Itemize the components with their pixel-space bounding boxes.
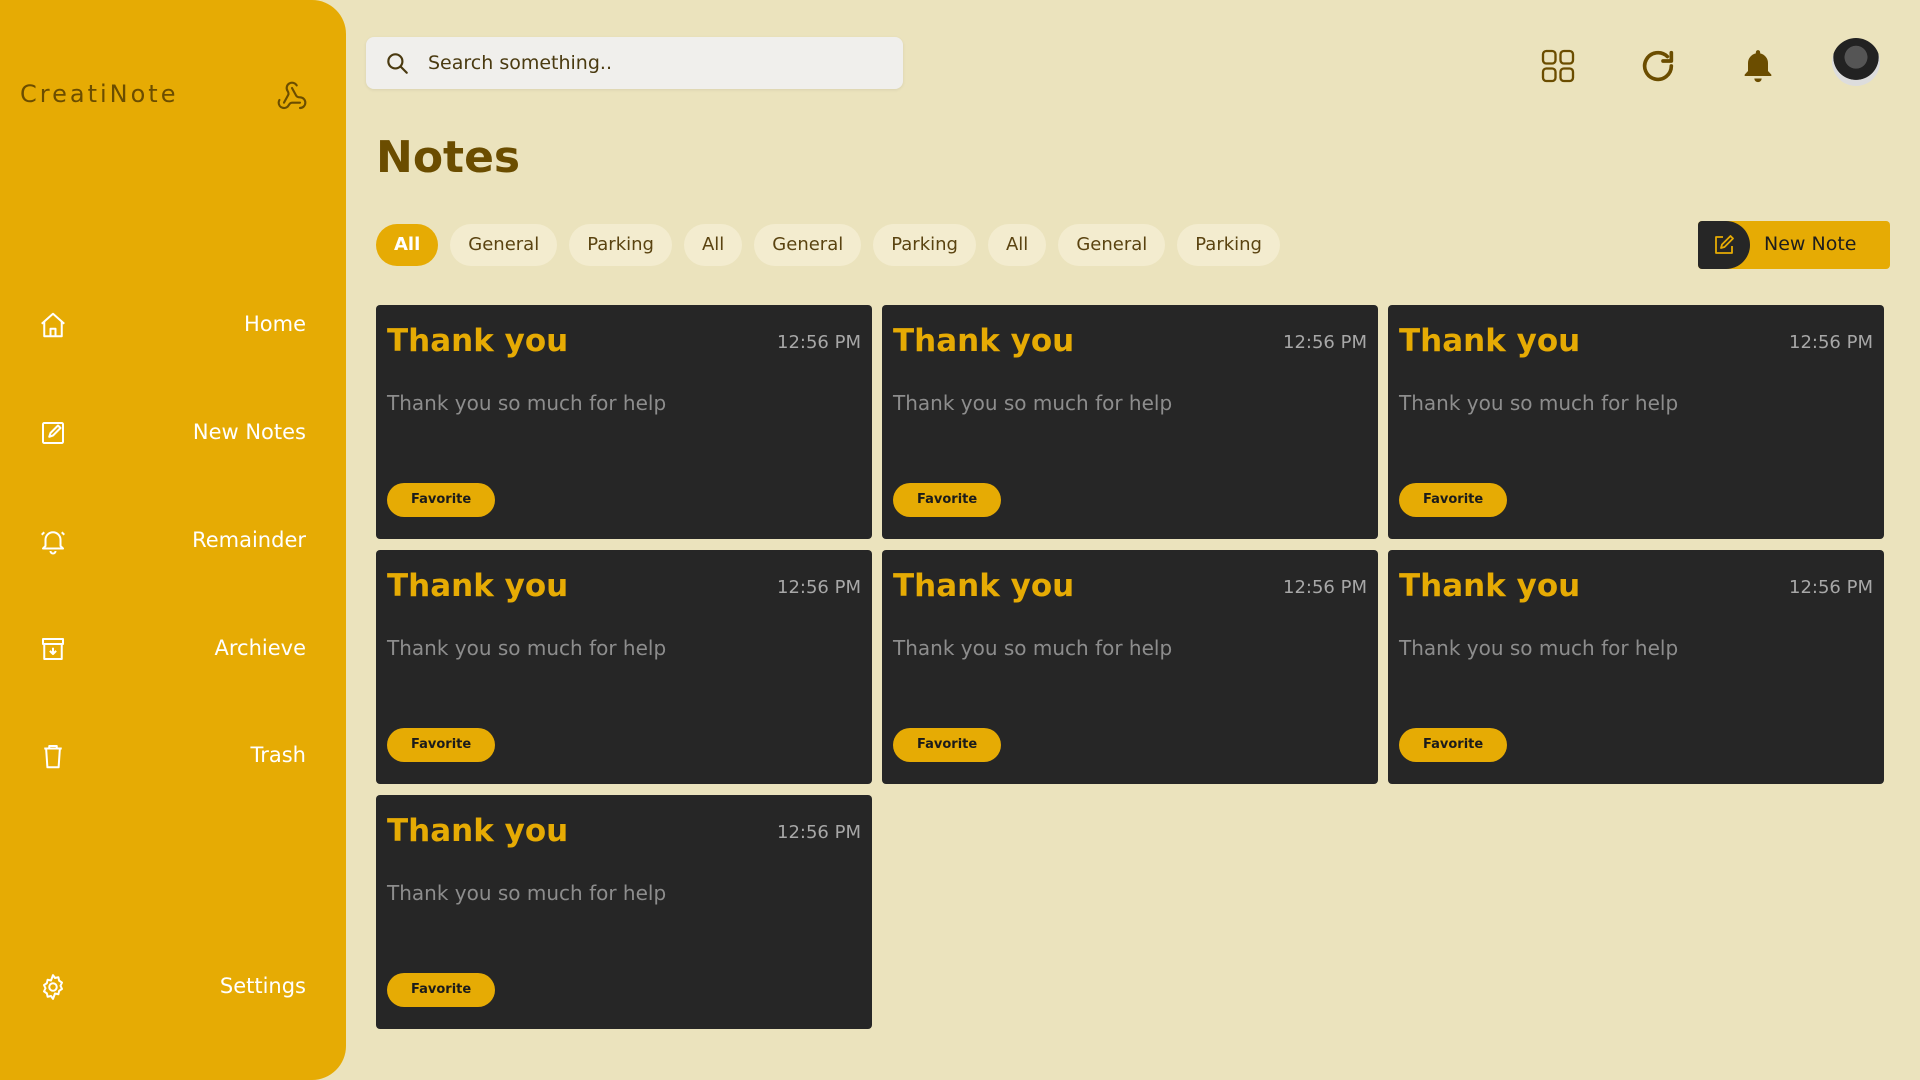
sidebar-item-label: Settings — [219, 974, 306, 998]
sidebar-item-remainder[interactable]: Remainder — [0, 512, 346, 572]
note-body: Thank you so much for help — [1399, 636, 1679, 660]
page-title: Notes — [376, 132, 521, 183]
notes-grid: Thank you 12:56 PM Thank you so much for… — [376, 305, 1884, 1029]
note-time: 12:56 PM — [777, 332, 861, 353]
archive-icon — [42, 638, 64, 660]
new-note-label: New Note — [1764, 233, 1857, 255]
grid-icon[interactable] — [1538, 46, 1578, 86]
new-note-icon-wrap — [1698, 221, 1750, 269]
note-body: Thank you so much for help — [893, 636, 1173, 660]
filter-chip-general[interactable]: General — [1058, 224, 1166, 266]
note-time: 12:56 PM — [777, 577, 861, 598]
filter-chip-all[interactable]: All — [683, 224, 743, 266]
favorite-badge[interactable]: Favorite — [893, 728, 1002, 762]
webhook-icon — [277, 81, 307, 110]
note-title: Thank you — [387, 323, 569, 359]
search-bar — [366, 37, 903, 89]
note-title: Thank you — [893, 323, 1075, 359]
trash-icon — [44, 745, 62, 769]
filter-chip-parking[interactable]: Parking — [873, 224, 976, 266]
filter-chip-parking[interactable]: Parking — [1177, 224, 1280, 266]
note-body: Thank you so much for help — [387, 881, 667, 905]
filter-chip-all[interactable]: All — [376, 224, 439, 266]
note-time: 12:56 PM — [1283, 332, 1367, 353]
filter-chip-general[interactable]: General — [450, 224, 558, 266]
sidebar-item-label: Home — [243, 312, 306, 336]
note-card[interactable]: Thank you 12:56 PM Thank you so much for… — [376, 795, 872, 1029]
bell-icon — [41, 531, 65, 555]
note-body: Thank you so much for help — [387, 636, 667, 660]
gear-icon — [43, 974, 63, 1000]
filter-chip-all[interactable]: All — [987, 224, 1047, 266]
sidebar: CreatiNote Home New Notes Remainder Arch… — [0, 0, 346, 1080]
note-card[interactable]: Thank you 12:56 PM Thank you so much for… — [376, 305, 872, 539]
note-time: 12:56 PM — [1789, 577, 1873, 598]
sidebar-item-label: Remainder — [192, 528, 306, 552]
search-input[interactable] — [428, 47, 878, 79]
favorite-badge[interactable]: Favorite — [893, 483, 1002, 517]
note-body: Thank you so much for help — [1399, 391, 1679, 415]
note-title: Thank you — [387, 813, 569, 849]
edit-icon — [42, 422, 64, 444]
filter-chip-general[interactable]: General — [754, 224, 862, 266]
note-body: Thank you so much for help — [893, 391, 1173, 415]
note-time: 12:56 PM — [777, 822, 861, 843]
sidebar-item-home[interactable]: Home — [0, 296, 346, 356]
note-title: Thank you — [387, 568, 569, 604]
sidebar-item-label: Archieve — [214, 636, 307, 660]
brand-name: CreatiNote — [20, 80, 179, 108]
note-card[interactable]: Thank you 12:56 PM Thank you so much for… — [376, 550, 872, 784]
search-icon — [387, 53, 408, 74]
note-title: Thank you — [1399, 568, 1581, 604]
sidebar-item-archieve[interactable]: Archieve — [0, 620, 346, 680]
home-icon — [41, 312, 65, 338]
sidebar-item-trash[interactable]: Trash — [0, 727, 346, 787]
note-card[interactable]: Thank you 12:56 PM Thank you so much for… — [882, 305, 1378, 539]
favorite-badge[interactable]: Favorite — [387, 973, 496, 1007]
note-body: Thank you so much for help — [387, 391, 667, 415]
note-title: Thank you — [1399, 323, 1581, 359]
favorite-badge[interactable]: Favorite — [1399, 483, 1508, 517]
filter-chip-parking[interactable]: Parking — [569, 224, 672, 266]
favorite-badge[interactable]: Favorite — [1399, 728, 1508, 762]
sidebar-item-label: New Notes — [192, 420, 306, 444]
favorite-badge[interactable]: Favorite — [387, 483, 496, 517]
avatar[interactable] — [1832, 38, 1880, 86]
bell-icon[interactable] — [1738, 46, 1778, 86]
note-card[interactable]: Thank you 12:56 PM Thank you so much for… — [1388, 305, 1884, 539]
sidebar-item-settings[interactable]: Settings — [0, 958, 346, 1018]
favorite-badge[interactable]: Favorite — [387, 728, 496, 762]
sidebar-item-new-notes[interactable]: New Notes — [0, 404, 346, 464]
refresh-icon[interactable] — [1638, 46, 1678, 86]
note-card[interactable]: Thank you 12:56 PM Thank you so much for… — [882, 550, 1378, 784]
note-card[interactable]: Thank you 12:56 PM Thank you so much for… — [1388, 550, 1884, 784]
filter-chips: All General Parking All General Parking … — [376, 224, 1280, 266]
note-time: 12:56 PM — [1283, 577, 1367, 598]
new-note-button[interactable]: New Note — [1698, 221, 1890, 269]
note-title: Thank you — [893, 568, 1075, 604]
edit-icon — [1715, 235, 1734, 254]
note-time: 12:56 PM — [1789, 332, 1873, 353]
sidebar-item-label: Trash — [250, 743, 307, 767]
